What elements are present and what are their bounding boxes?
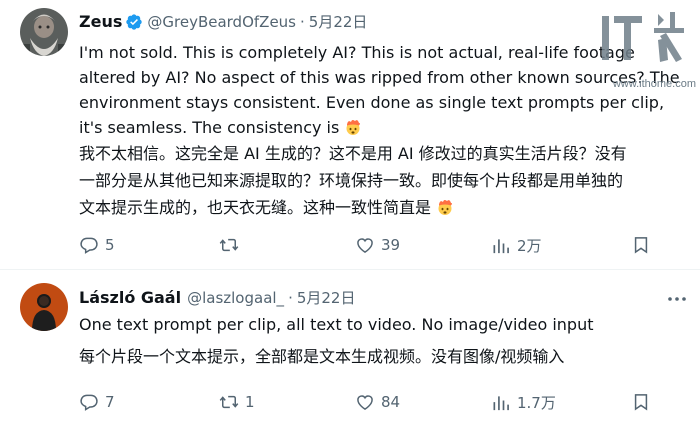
repost-icon [219,395,239,409]
tweet-actions: 7 1 84 1.7万 [79,392,689,416]
exploding-head-emoji-icon [346,119,361,135]
reply-button[interactable]: 5 [79,235,115,255]
views-icon [493,238,509,253]
avatar-zeus[interactable] [20,8,68,56]
views-button[interactable]: 1.7万 [491,392,556,413]
reply-icon [80,237,98,254]
text-line: altered by AI? No aspect of this was rip… [79,68,680,87]
repost-count: 1 [245,393,255,411]
like-button[interactable]: 39 [355,235,400,255]
separator-dot: · [300,12,305,31]
tweet-date[interactable]: 5月22日 [309,11,368,32]
views-button[interactable]: 2万 [491,235,542,256]
repost-icon [219,238,239,252]
reply-icon [80,394,98,411]
like-count: 39 [381,236,401,254]
tweet-divider [0,269,700,270]
views-icon [493,395,509,410]
like-count: 84 [381,393,401,411]
bookmark-button[interactable] [631,392,651,412]
repost-button[interactable]: 1 [219,392,255,412]
more-options-icon [668,297,686,301]
tweet-text-chinese: 我不太相信。这完全是 AI 生成的？这不是用 AI 修改过的真实生活片段？没有 … [79,140,627,221]
tweet-text-english: One text prompt per clip, all text to vi… [79,312,593,337]
text-line: I'm not sold. This is completely AI? Thi… [79,43,635,62]
exploding-head-emoji-icon [438,199,453,215]
heart-icon [357,395,373,410]
ithome-logo-icon [602,12,684,62]
views-count: 1.7万 [517,394,556,412]
bookmark-icon [634,237,648,254]
text-line: One text prompt per clip, all text to vi… [79,315,594,334]
user-handle[interactable]: @GreyBeardOfZeus [147,13,296,31]
more-options-button[interactable] [666,291,688,305]
tweet-header: Zeus @GreyBeardOfZeus · 5月22日 [79,11,367,32]
bookmark-icon [634,394,648,411]
text-line: environment stays consistent. Even done … [79,93,665,112]
views-count: 2万 [517,237,542,255]
tweet-actions: 5 39 2万 [79,235,689,259]
display-name[interactable]: Zeus [79,12,122,31]
tweet-text-chinese: 每个片段一个文本提示，全部都是文本生成视频。没有图像/视频输入 [79,343,564,370]
display-name[interactable]: László Gaál [79,288,181,307]
reply-button[interactable]: 7 [79,392,115,412]
verified-badge-icon [125,13,143,31]
bookmark-button[interactable] [631,235,651,255]
like-button[interactable]: 84 [355,392,400,412]
reply-count: 7 [105,393,115,411]
text-line: 文本提示生成的，也天衣无缝。这种一致性简直是 [79,198,432,217]
text-line-last: 文本提示生成的，也天衣无缝。这种一致性简直是 [79,194,627,221]
tweet-zeus[interactable]: Zeus @GreyBeardOfZeus · 5月22日 I'm not so… [0,0,700,268]
text-line: 一部分是从其他已知来源提取的？环境保持一致。即使每个片段都是用单独的 [79,171,624,190]
tweet-laszlo[interactable]: László Gaál @laszlogaal_ · 5月22日 One tex… [0,271,700,426]
text-line-last: it's seamless. The consistency is [79,115,680,140]
avatar-laszlo[interactable] [20,283,68,331]
tweet-text-english: I'm not sold. This is completely AI? Thi… [79,40,680,140]
text-line: it's seamless. The consistency is [79,118,340,137]
heart-icon [357,238,373,253]
text-line: 我不太相信。这完全是 AI 生成的？这不是用 AI 修改过的真实生活片段？没有 [79,144,627,163]
tweet-header: László Gaál @laszlogaal_ · 5月22日 [79,287,355,308]
text-line: 每个片段一个文本提示，全部都是文本生成视频。没有图像/视频输入 [79,347,565,366]
watermark-url: www.ithome.com [612,78,696,90]
tweet-date[interactable]: 5月22日 [297,287,356,308]
repost-button[interactable] [219,235,245,255]
separator-dot: · [288,288,293,307]
reply-count: 5 [105,236,115,254]
user-handle[interactable]: @laszlogaal_ [187,289,284,307]
